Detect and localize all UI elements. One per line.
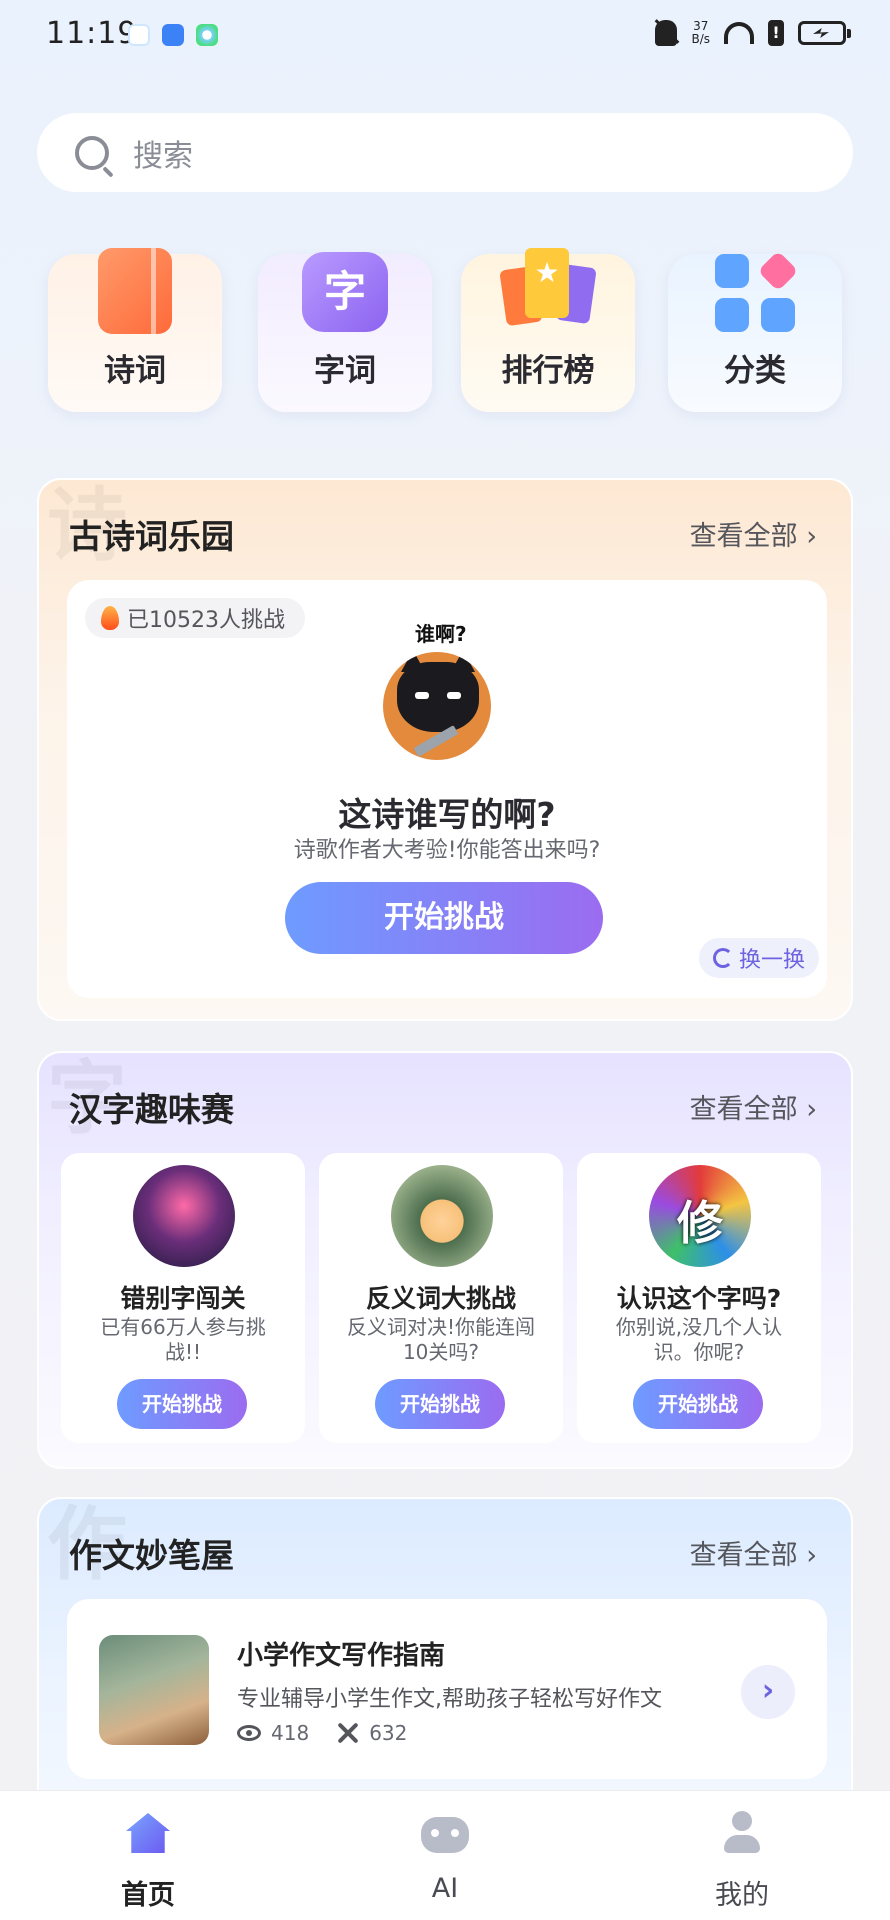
- app-notification-icon: [128, 24, 150, 46]
- category-label: 分类: [724, 353, 786, 389]
- article-stats: 418 632: [237, 1721, 407, 1745]
- game-card[interactable]: 反义词大挑战 反义词对决!你能连闯10关吗? 开始挑战: [319, 1153, 563, 1443]
- home-icon: [126, 1813, 170, 1853]
- mascot-bubble: 谁啊?: [415, 622, 467, 646]
- tab-label: 我的: [715, 1880, 769, 1911]
- refresh-button[interactable]: 换一换: [698, 938, 819, 978]
- bottom-tab-bar: 首页 AI 我的: [0, 1790, 890, 1920]
- game-card[interactable]: 错别字闯关 已有66万人参与挑战!! 开始挑战: [61, 1153, 305, 1443]
- challenge-count: 632: [369, 1721, 408, 1745]
- view-count: 418: [271, 1721, 310, 1745]
- quiz-title: 这诗谁写的啊?: [338, 795, 556, 834]
- hanzi-section: 字 汉字趣味赛 查看全部 › 错别字闯关 已有66万人参与挑战!! 开始挑战 反…: [37, 1051, 853, 1469]
- category-label: 字词: [314, 353, 376, 389]
- view-all-link[interactable]: 查看全部 ›: [690, 1087, 817, 1126]
- usb-icon: [162, 24, 184, 46]
- tab-profile[interactable]: 我的: [662, 1791, 822, 1920]
- quiz-subtitle: 诗歌作者大考验!你能答出来吗?: [293, 838, 601, 863]
- game-card[interactable]: 认识这个字吗? 你别说,没几个人认识。你呢? 开始挑战: [577, 1153, 821, 1443]
- game-thumbnail: [133, 1165, 235, 1267]
- ai-robot-icon: [421, 1817, 469, 1853]
- start-challenge-button[interactable]: 开始挑战: [633, 1379, 763, 1429]
- mute-bell-icon: [655, 20, 678, 46]
- app-notification-icon: [196, 24, 218, 46]
- category-ranking[interactable]: ★ 排行榜: [461, 248, 635, 412]
- section-title: 古诗词乐园: [69, 517, 234, 556]
- game-title: 错别字闯关: [120, 1284, 246, 1313]
- category-label: 诗词: [104, 353, 166, 389]
- zi-icon: 字: [302, 252, 388, 332]
- tab-ai[interactable]: AI: [365, 1791, 525, 1920]
- article-title: 小学作文写作指南: [237, 1641, 446, 1671]
- start-challenge-button[interactable]: 开始挑战: [117, 1379, 247, 1429]
- book-icon: [98, 248, 172, 334]
- start-challenge-button[interactable]: 开始挑战: [375, 1379, 505, 1429]
- notification-icons: [128, 24, 218, 46]
- refresh-icon: [712, 948, 733, 968]
- swords-icon: [337, 1722, 359, 1744]
- section-title: 汉字趣味赛: [69, 1090, 234, 1129]
- fire-icon: [101, 606, 119, 630]
- search-bar[interactable]: 搜索: [37, 113, 853, 192]
- category-words[interactable]: 字 字词: [258, 252, 432, 412]
- cat-mascot-image: 谁啊?: [371, 618, 521, 768]
- status-time: 11:19: [46, 16, 138, 51]
- category-poetry[interactable]: 诗词: [48, 248, 222, 412]
- game-thumbnail: [649, 1165, 751, 1267]
- battery-charging-icon: [798, 21, 851, 45]
- poetry-quiz-card: 已10523人挑战 谁啊? 这诗谁写的啊? 诗歌作者大考验!你能答出来吗? 开始…: [67, 580, 827, 998]
- status-bar: 11:19 37 B/s !: [0, 0, 890, 72]
- view-all-link[interactable]: 查看全部 ›: [690, 1533, 817, 1572]
- article-thumbnail: [99, 1635, 209, 1745]
- tab-home[interactable]: 首页: [68, 1791, 228, 1920]
- poetry-section: 诗 古诗词乐园 查看全部 › 已10523人挑战 谁啊? 这诗谁写的啊? 诗歌作…: [37, 478, 853, 1021]
- chevron-right-icon[interactable]: ›: [741, 1665, 795, 1719]
- eye-icon: [237, 1725, 261, 1741]
- game-title: 认识这个字吗?: [616, 1284, 782, 1313]
- article-desc: 专业辅导小学生作文,帮助孩子轻松写好作文: [237, 1687, 662, 1712]
- search-placeholder: 搜索: [133, 138, 193, 174]
- article-card[interactable]: 小学作文写作指南 专业辅导小学生作文,帮助孩子轻松写好作文 418 632 ›: [67, 1599, 827, 1779]
- tab-label: AI: [431, 1873, 459, 1904]
- category-label: 排行榜: [501, 353, 595, 389]
- game-title: 反义词大挑战: [365, 1284, 516, 1313]
- essay-section: 作 作文妙笔屋 查看全部 › 小学作文写作指南 专业辅导小学生作文,帮助孩子轻松…: [37, 1497, 853, 1837]
- start-challenge-button[interactable]: 开始挑战: [285, 882, 603, 954]
- game-desc: 反义词对决!你能连闯10关吗?: [346, 1315, 536, 1364]
- ranking-icon: ★: [499, 248, 597, 328]
- profile-icon: [724, 1811, 760, 1855]
- challenge-count-badge: 已10523人挑战: [85, 598, 305, 638]
- view-all-link[interactable]: 查看全部 ›: [690, 514, 817, 553]
- search-icon: [75, 135, 109, 170]
- game-desc: 你别说,没几个人认识。你呢?: [615, 1315, 783, 1364]
- grid-icon: [715, 250, 799, 332]
- system-indicators: 37 B/s !: [655, 19, 851, 46]
- section-title: 作文妙笔屋: [69, 1536, 234, 1575]
- game-desc: 已有66万人参与挑战!!: [100, 1315, 266, 1364]
- tab-label: 首页: [121, 1880, 175, 1911]
- category-classify[interactable]: 分类: [668, 250, 842, 412]
- wifi-icon: [724, 22, 754, 44]
- network-speed: 37 B/s: [691, 19, 710, 46]
- alert-icon: !: [768, 20, 784, 46]
- game-thumbnail: [391, 1165, 493, 1267]
